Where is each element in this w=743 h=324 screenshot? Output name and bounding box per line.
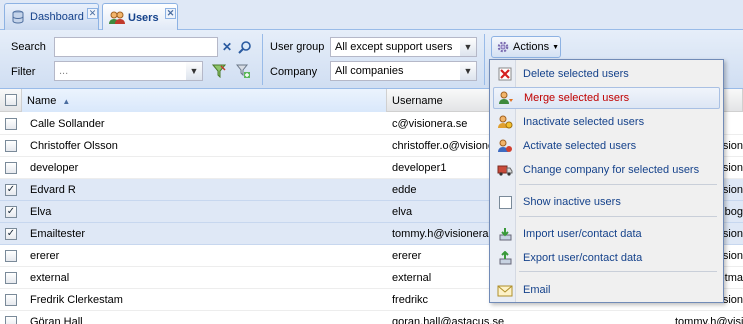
cell-name: ererer <box>30 250 60 262</box>
row-checkbox[interactable] <box>5 162 17 174</box>
cell-name: Emailtester <box>30 228 86 240</box>
menu-item-label: Activate selected users <box>523 140 637 152</box>
menu-item-label: Email <box>523 284 551 296</box>
company-select[interactable]: All companies <box>330 61 461 81</box>
menu-item-import[interactable]: Import user/contact data <box>493 223 720 245</box>
delete-icon <box>497 66 513 82</box>
cell-name: developer <box>30 162 79 174</box>
menu-item-label: Inactivate selected users <box>523 116 645 128</box>
chevron-down-icon: ▼ <box>552 43 560 51</box>
company-label: Company <box>270 66 318 78</box>
cell-email: tommy.h@visiona <box>675 316 743 324</box>
row-checkbox[interactable] <box>5 118 17 130</box>
cell-name: Edvard R <box>30 184 76 196</box>
search-label: Search <box>11 41 46 53</box>
close-icon[interactable]: ✕ <box>165 8 176 19</box>
cell-name: external <box>30 272 70 284</box>
add-filter-icon[interactable] <box>234 62 252 80</box>
column-header-name[interactable]: Name ▲ <box>22 89 387 112</box>
row-checkbox[interactable] <box>5 250 17 262</box>
filter-combo[interactable]: ... <box>54 61 187 81</box>
menu-item-activate[interactable]: Activate selected users <box>493 135 720 157</box>
sort-ascending-icon: ▲ <box>62 97 71 106</box>
menu-item-email[interactable]: Email <box>493 279 720 301</box>
users-window: Dashboard ✕ Users ✕ Search ✕ Filter ... … <box>0 0 743 324</box>
menu-item-export[interactable]: Export user/contact data <box>493 247 720 269</box>
truck-icon <box>497 162 513 178</box>
tab-dashboard-label: Dashboard <box>30 11 84 23</box>
cell-name: Calle Sollander <box>30 118 105 130</box>
cell-name: Elva <box>30 206 52 218</box>
tab-dashboard[interactable]: Dashboard ✕ <box>4 3 99 30</box>
actions-label: Actions <box>513 41 550 53</box>
menu-item-delete[interactable]: Delete selected users <box>493 63 720 85</box>
chevron-down-icon[interactable]: ▼ <box>460 61 477 81</box>
tab-users[interactable]: Users ✕ <box>102 3 178 31</box>
chevron-down-icon[interactable]: ▼ <box>460 37 477 57</box>
table-row[interactable]: Göran Hall goran.hall@astacus.se tommy.h@v… <box>0 311 743 324</box>
row-checkbox[interactable] <box>5 294 17 306</box>
row-checkbox[interactable]: ✓ <box>5 184 17 196</box>
chevron-down-icon[interactable]: ▼ <box>186 61 203 81</box>
cell-name: Fredrik Clerkestam <box>30 294 123 306</box>
menu-item-truck[interactable]: Change company for selected users <box>493 159 720 181</box>
gear-icon <box>496 40 510 54</box>
toolbar-separator <box>262 34 263 85</box>
actions-menu: Delete selected users Merge selected user… <box>489 59 724 303</box>
menu-item-label: Change company for selected users <box>523 164 700 176</box>
menu-separator <box>519 216 717 217</box>
menu-item-label: Export user/contact data <box>523 252 643 264</box>
toolbar-separator <box>484 34 485 85</box>
cell-name: Christoffer Olsson <box>30 140 118 152</box>
cell-name: Göran Hall <box>30 316 83 324</box>
tab-strip: Dashboard ✕ Users ✕ <box>0 0 743 31</box>
checkbox-icon <box>497 194 513 210</box>
column-header-label: Username <box>392 95 443 107</box>
row-checkbox[interactable] <box>5 316 17 324</box>
menu-item-checkbox[interactable]: Show inactive users <box>493 191 720 213</box>
menu-item-label: Merge selected users <box>524 92 630 104</box>
menu-separator <box>519 184 717 185</box>
checkbox[interactable] <box>5 94 17 106</box>
row-checkbox[interactable]: ✓ <box>5 228 17 240</box>
clear-search-icon[interactable]: ✕ <box>218 38 236 56</box>
row-checkbox[interactable] <box>5 272 17 284</box>
menu-item-label: Delete selected users <box>523 68 629 80</box>
menu-separator <box>519 271 717 272</box>
users-icon <box>109 11 125 25</box>
activate-icon <box>497 138 513 154</box>
search-icon[interactable] <box>236 38 254 56</box>
email-icon <box>497 282 513 298</box>
filter-label: Filter <box>11 66 36 78</box>
close-icon[interactable]: ✕ <box>87 8 98 19</box>
user-group-label: User group <box>270 41 325 53</box>
menu-item-inactivate[interactable]: Inactivate selected users <box>493 111 720 133</box>
search-input[interactable] <box>54 37 218 57</box>
header-select-all[interactable] <box>0 89 22 112</box>
row-checkbox[interactable]: ✓ <box>5 206 17 218</box>
actions-button[interactable]: Actions ▼ <box>491 36 561 58</box>
database-icon <box>11 10 25 24</box>
cell-username: goran.hall@astacus.se <box>392 316 505 324</box>
column-header-label: Name <box>27 95 57 107</box>
filter-icon[interactable] <box>210 62 228 80</box>
merge-icon <box>498 90 514 106</box>
user-group-select[interactable]: All except support users <box>330 37 461 57</box>
row-checkbox[interactable] <box>5 140 17 152</box>
tab-users-label: Users <box>128 11 159 24</box>
import-icon <box>497 226 513 242</box>
menu-item-merge[interactable]: Merge selected users <box>493 87 720 109</box>
menu-item-label: Import user/contact data <box>523 228 642 240</box>
inactivate-icon <box>497 114 513 130</box>
export-icon <box>497 250 513 266</box>
menu-item-label: Show inactive users <box>523 196 621 208</box>
